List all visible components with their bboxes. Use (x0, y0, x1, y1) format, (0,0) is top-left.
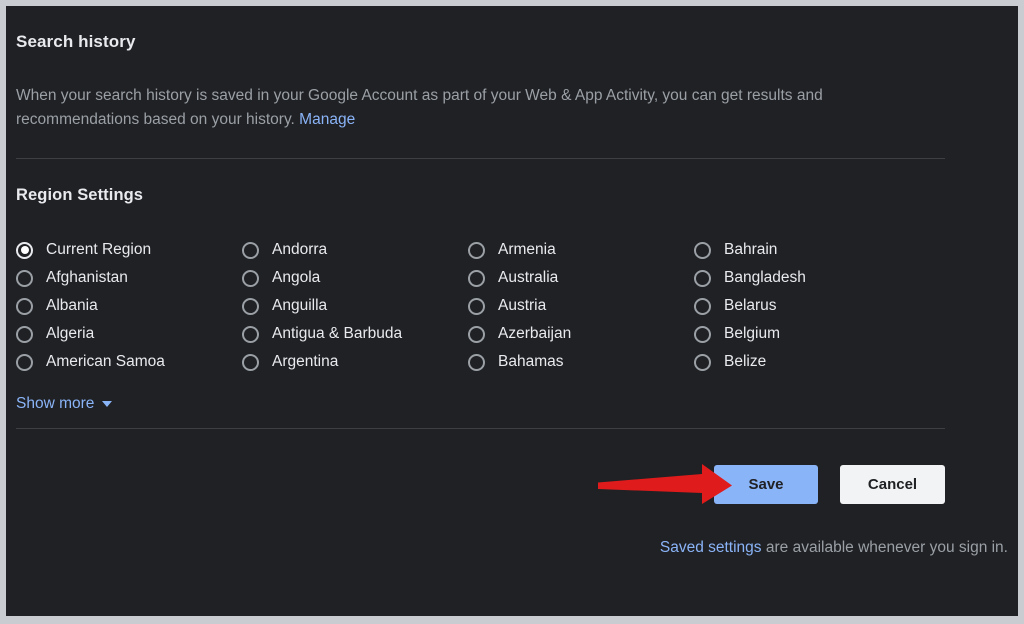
region-option-label: Armenia (498, 241, 556, 258)
search-history-heading: Search history (16, 32, 136, 51)
region-option[interactable]: Belize (694, 348, 920, 376)
radio-unselected-icon[interactable] (16, 297, 33, 315)
region-option[interactable]: Afghanistan (16, 264, 242, 292)
radio-unselected-icon[interactable] (694, 353, 711, 371)
region-option-label: Argentina (272, 353, 339, 370)
cancel-button[interactable]: Cancel (840, 465, 945, 504)
red-arrow-annotation-icon (598, 464, 732, 504)
region-option-label: Albania (46, 297, 98, 314)
radio-unselected-icon[interactable] (468, 325, 485, 343)
region-option-label: Austria (498, 297, 547, 314)
region-option[interactable]: Australia (468, 264, 694, 292)
region-option[interactable]: Albania (16, 292, 242, 320)
radio-unselected-icon[interactable] (242, 297, 259, 315)
region-option-label: Belize (724, 353, 767, 370)
radio-unselected-icon[interactable] (468, 241, 485, 259)
region-option[interactable]: Belgium (694, 320, 920, 348)
region-option-label: Bahrain (724, 241, 778, 258)
region-column: Bahrain Bangladesh Belarus Belgium Belize (694, 236, 920, 376)
region-option[interactable]: Belarus (694, 292, 920, 320)
region-option-label: Angola (272, 269, 321, 286)
region-option-label: Bangladesh (724, 269, 806, 286)
radio-unselected-icon[interactable] (16, 353, 33, 371)
radio-unselected-icon[interactable] (694, 269, 711, 287)
region-option[interactable]: Anguilla (242, 292, 468, 320)
radio-selected-icon[interactable] (16, 241, 33, 259)
radio-unselected-icon[interactable] (468, 353, 485, 371)
region-option-label: Belgium (724, 325, 780, 342)
region-option[interactable]: Angola (242, 264, 468, 292)
radio-unselected-icon[interactable] (694, 325, 711, 343)
description-text: When your search history is saved in you… (16, 87, 823, 128)
radio-unselected-icon[interactable] (694, 241, 711, 259)
radio-unselected-icon[interactable] (242, 325, 259, 343)
radio-unselected-icon[interactable] (242, 353, 259, 371)
region-option[interactable]: Andorra (242, 236, 468, 264)
caret-down-icon (102, 401, 113, 407)
region-option-label: Belarus (724, 297, 777, 314)
region-option-label: Anguilla (272, 297, 328, 314)
region-option-label: Algeria (46, 325, 95, 342)
region-option-label: Current Region (46, 241, 152, 258)
region-option[interactable]: Antigua & Barbuda (242, 320, 468, 348)
show-more-button[interactable]: Show more (16, 395, 113, 413)
settings-page: Search history When your search history … (6, 6, 1018, 616)
radio-unselected-icon[interactable] (16, 269, 33, 287)
manage-link[interactable]: Manage (299, 111, 355, 128)
region-option-label: Australia (498, 269, 559, 286)
radio-unselected-icon[interactable] (468, 269, 485, 287)
region-option-label: Afghanistan (46, 269, 128, 286)
radio-unselected-icon[interactable] (242, 241, 259, 259)
region-option[interactable]: Bahrain (694, 236, 920, 264)
region-option-label: American Samoa (46, 353, 165, 370)
region-column: Armenia Australia Austria Azerbaijan Bahamas (468, 236, 694, 376)
region-radio-grid: Current Region Afghanistan Albania Algeria A… (16, 236, 946, 376)
divider-bottom (16, 428, 945, 429)
region-column: Current Region Afghanistan Albania Algeria A… (16, 236, 242, 376)
search-history-description: When your search history is saved in you… (16, 84, 916, 132)
region-option[interactable]: Azerbaijan (468, 320, 694, 348)
radio-unselected-icon[interactable] (468, 297, 485, 315)
region-column: Andorra Angola Anguilla Antigua & Barbuda Ar… (242, 236, 468, 376)
region-option[interactable]: Austria (468, 292, 694, 320)
region-option[interactable]: Argentina (242, 348, 468, 376)
saved-settings-link[interactable]: Saved settings (660, 539, 762, 556)
region-option-label: Andorra (272, 241, 328, 258)
radio-unselected-icon[interactable] (694, 297, 711, 315)
footnote-text: are available whenever you sign in. (761, 539, 1008, 556)
screenshot-frame: Search history When your search history … (0, 0, 1024, 624)
region-option-label: Antigua & Barbuda (272, 325, 403, 342)
region-option[interactable]: Armenia (468, 236, 694, 264)
divider-top (16, 158, 945, 159)
region-option-label: Bahamas (498, 353, 564, 370)
region-option[interactable]: Algeria (16, 320, 242, 348)
save-button[interactable]: Save (714, 465, 818, 504)
region-option-label: Azerbaijan (498, 325, 572, 342)
radio-unselected-icon[interactable] (16, 325, 33, 343)
region-settings-heading: Region Settings (16, 186, 144, 204)
region-option[interactable]: Bangladesh (694, 264, 920, 292)
region-option[interactable]: American Samoa (16, 348, 242, 376)
region-option[interactable]: Current Region (16, 236, 242, 264)
region-option[interactable]: Bahamas (468, 348, 694, 376)
show-more-label: Show more (16, 395, 95, 412)
saved-settings-footnote: Saved settings are available whenever yo… (660, 539, 1008, 557)
radio-unselected-icon[interactable] (242, 269, 259, 287)
